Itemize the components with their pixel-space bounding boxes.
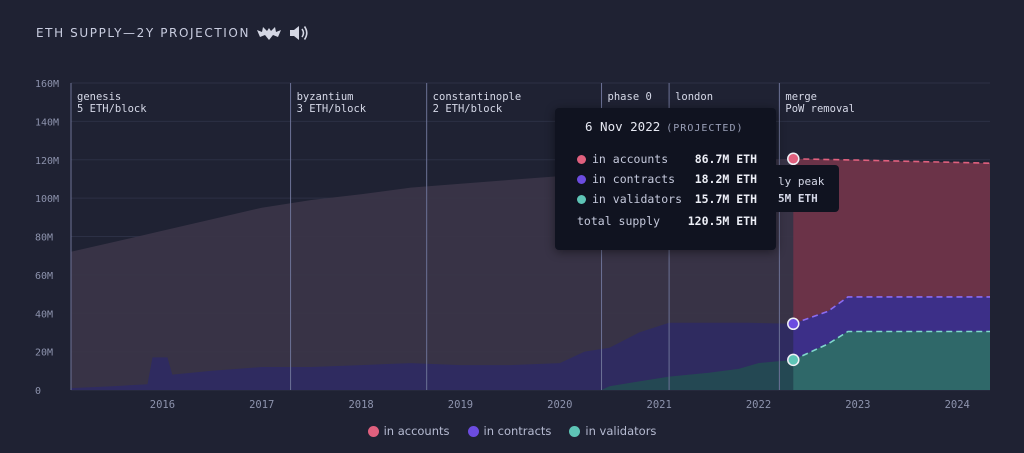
- x-tick-label: 2018: [348, 399, 373, 411]
- upgrade-detail: 2 ETH/block: [433, 103, 503, 115]
- peak-tooltip-partial: ly peak 5M ETH: [769, 165, 839, 212]
- y-tick-label: 40M: [35, 309, 53, 320]
- upgrade-label: byzantium: [297, 91, 354, 103]
- x-tick-label: 2017: [249, 399, 274, 411]
- validators-dot-icon: [577, 194, 586, 204]
- x-tick-label: 2024: [945, 399, 970, 411]
- legend-label: in validators: [585, 424, 657, 438]
- y-tick-label: 160M: [35, 79, 59, 90]
- upgrade-detail: 3 ETH/block: [297, 103, 367, 115]
- legend-item-validators[interactable]: in validators: [569, 424, 656, 438]
- upgrade-label: merge: [785, 91, 817, 103]
- x-tick-label: 2019: [448, 399, 473, 411]
- y-tick-label: 120M: [35, 156, 59, 167]
- legend: in accounts in contracts in validators: [0, 424, 1024, 438]
- upgrade-detail: PoW removal: [785, 103, 855, 115]
- y-tick-label: 60M: [35, 271, 53, 282]
- upgrade-label: phase 0: [608, 91, 652, 103]
- tooltip-label: in accounts: [592, 152, 669, 166]
- tooltip-date: 6 Nov 2022 (PROJECTED): [585, 119, 744, 134]
- accounts-dot-icon: [577, 154, 586, 164]
- hover-marker-validators: [787, 353, 800, 367]
- x-tick-label: 2021: [647, 399, 672, 411]
- legend-label: in accounts: [383, 424, 450, 438]
- tooltip-label: in contracts: [592, 172, 676, 186]
- tooltip-label: in validators: [592, 192, 683, 206]
- accounts-legend-icon: [367, 425, 379, 437]
- y-tick-label: 80M: [35, 233, 53, 244]
- chart-svg: 0 20M 40M 60M 80M 100M 120M 140M 160M 2016 2017 201…: [35, 79, 991, 411]
- tooltip-total-label: total supply: [577, 214, 661, 228]
- legend-item-contracts[interactable]: in contracts: [467, 424, 552, 438]
- tooltip-row-accounts: in accounts 86.7M ETH: [577, 152, 757, 166]
- x-tick-label: 2020: [547, 399, 572, 411]
- x-tick-label: 2022: [746, 399, 771, 411]
- tooltip-value: 15.7M ETH: [694, 192, 757, 206]
- y-tick-label: 100M: [35, 194, 59, 205]
- tooltip: 6 Nov 2022 (PROJECTED) in accounts 86.7M …: [555, 108, 776, 250]
- tooltip-value: 86.7M ETH: [694, 152, 757, 166]
- tooltip-date-text: 6 Nov 2022: [585, 119, 661, 134]
- hover-marker-accounts: [787, 152, 800, 166]
- legend-label: in contracts: [483, 424, 552, 438]
- tooltip-row-total: total supply 120.5M ETH: [577, 214, 757, 228]
- tooltip-row-validators: in validators 15.7M ETH: [577, 192, 757, 206]
- hover-marker-contracts: [787, 317, 800, 331]
- upgrade-detail: 5 ETH/block: [77, 103, 147, 115]
- contracts-legend-icon: [467, 425, 479, 437]
- peak-line2: 5M ETH: [778, 192, 818, 205]
- tooltip-total-value: 120.5M ETH: [687, 214, 757, 228]
- upgrade-label: london: [675, 91, 713, 103]
- legend-item-accounts[interactable]: in accounts: [367, 424, 450, 438]
- tooltip-row-contracts: in contracts 18.2M ETH: [577, 172, 757, 186]
- x-tick-label: 2016: [150, 399, 175, 411]
- upgrade-label: constantinople: [433, 91, 522, 103]
- upgrade-label: genesis: [77, 91, 121, 103]
- y-tick-label: 140M: [35, 117, 59, 128]
- peak-line1: ly peak: [778, 175, 825, 188]
- contracts-dot-icon: [577, 174, 586, 184]
- validators-legend-icon: [569, 425, 581, 437]
- y-tick-label: 0: [35, 386, 41, 397]
- x-tick-label: 2023: [845, 399, 870, 411]
- tooltip-projected: (PROJECTED): [666, 123, 744, 134]
- tooltip-value: 18.2M ETH: [694, 172, 757, 186]
- y-tick-label: 20M: [35, 348, 53, 359]
